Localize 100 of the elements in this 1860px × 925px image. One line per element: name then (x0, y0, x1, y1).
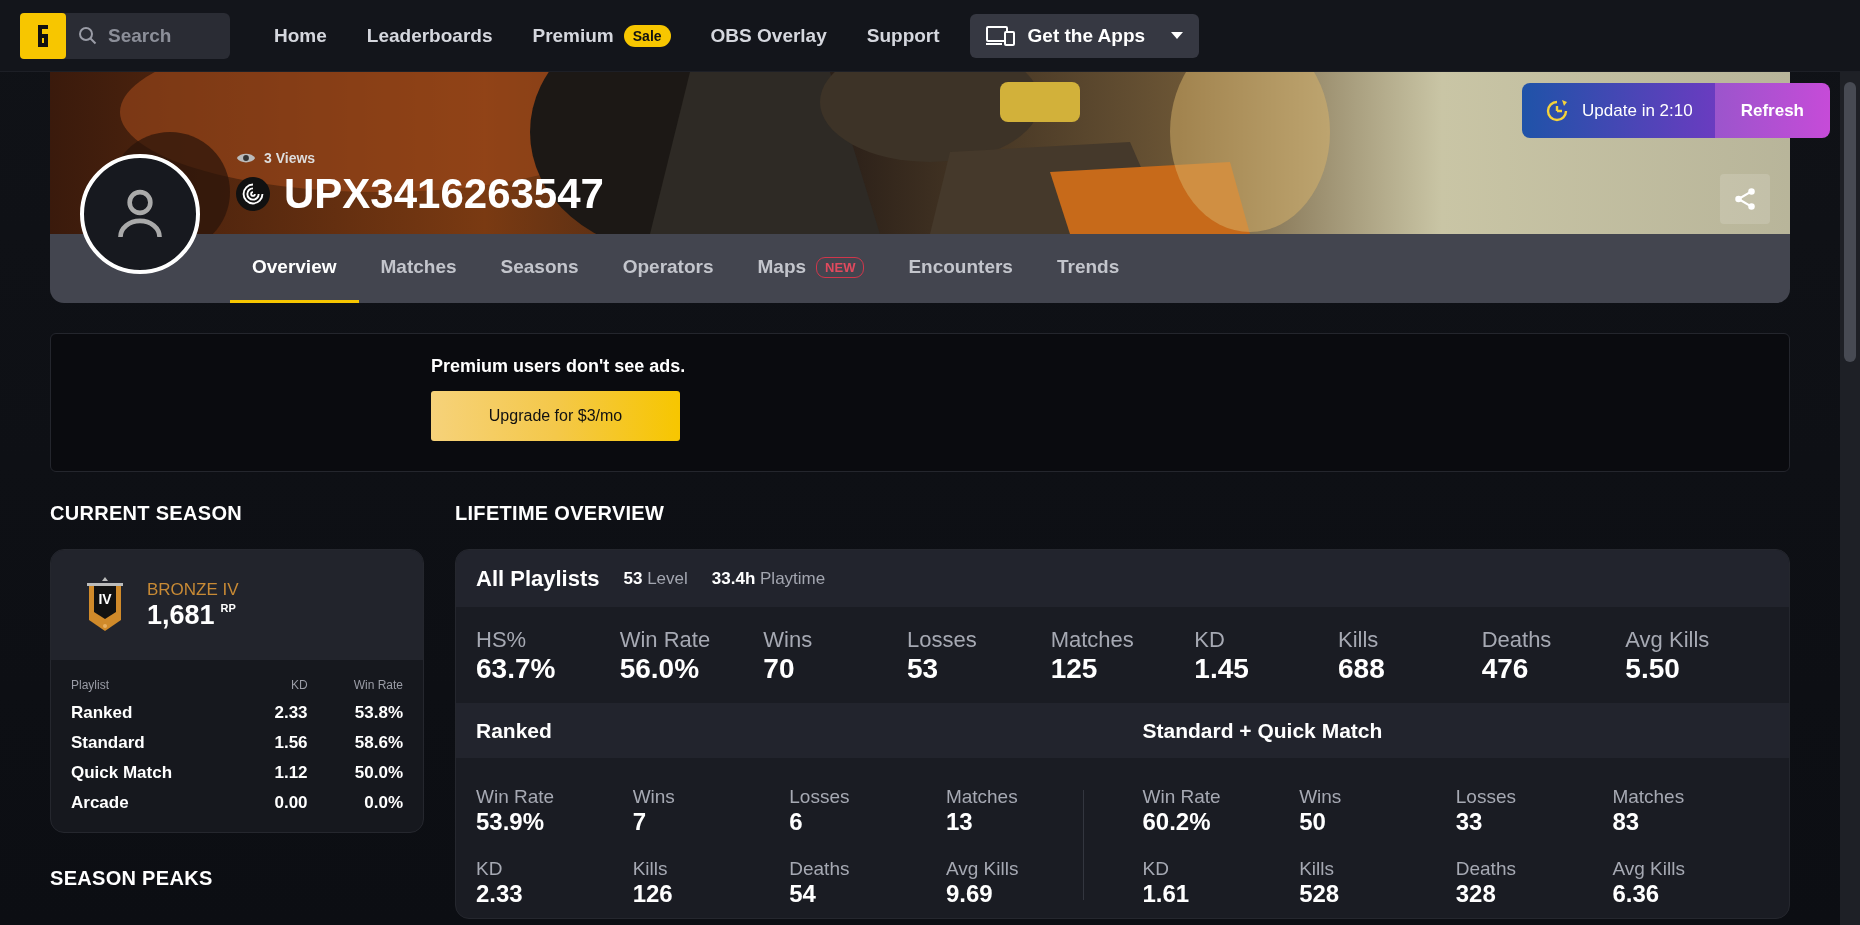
table-cell-text: Arcade (70, 792, 130, 814)
stat-label: KD (1194, 627, 1226, 653)
stat-value: 33 (1455, 808, 1484, 836)
table-cell-text: 2.33 (273, 702, 308, 724)
devices-icon (985, 24, 1016, 47)
column-header: KD (289, 677, 308, 694)
nav-link[interactable]: Premium (532, 24, 614, 47)
playtime-stat: 33.4h Playtime (711, 568, 826, 589)
stat-value: 688 (1338, 653, 1386, 685)
nav-link[interactable]: Support (866, 24, 940, 47)
table-cell-text: Standard (70, 732, 146, 754)
group-title: Ranked (476, 718, 553, 743)
stat-label: Matches (1050, 627, 1135, 653)
stat-value: 528 (1299, 880, 1341, 908)
table-cell-text: 1.12 (273, 762, 308, 784)
profile-tab[interactable]: Maps NEW (735, 234, 887, 303)
stat-label: Avg Kills (1625, 627, 1711, 653)
group-title: Standard + Quick Match (1142, 718, 1384, 743)
share-icon (1732, 186, 1758, 212)
profile-tab[interactable]: Matches (358, 234, 479, 303)
new-badge: NEW (816, 256, 865, 278)
table-cell-text: 0.00 (273, 792, 308, 814)
stat-label: Wins (1299, 786, 1343, 808)
stat-label: Deaths (1455, 858, 1517, 880)
profile-tab[interactable]: Seasons (478, 234, 601, 303)
column-header: Playlist (70, 677, 110, 694)
stat-label: Kills (1299, 858, 1335, 880)
stat-label: Kills (1338, 627, 1380, 653)
stat-value: 328 (1455, 880, 1497, 908)
stat-value: 83 (1612, 808, 1641, 836)
player-name: UPX3416263547 (284, 170, 604, 218)
nav-link[interactable]: Leaderboards (366, 24, 493, 47)
rank-name: BRONZE IV (147, 579, 239, 600)
stat-value: 6.36 (1612, 880, 1661, 908)
stat-label: Win Rate (1142, 786, 1222, 808)
stat-value: 54 (789, 880, 817, 908)
stat-value: 53 (907, 653, 940, 685)
rank-points: 1,681 (147, 599, 215, 631)
stat-value: 13 (945, 808, 974, 836)
profile-tab[interactable]: Encounters (886, 234, 1035, 303)
stat-value: 1.45 (1194, 653, 1250, 685)
refresh-button[interactable]: Refresh (1714, 83, 1830, 138)
user-icon (117, 188, 163, 240)
table-cell-text: 1.56 (273, 732, 308, 754)
table-cell-text: Quick Match (70, 762, 174, 784)
stat-label: Win Rate (619, 627, 712, 653)
stat-label: Kills (632, 858, 669, 880)
profile-tab[interactable]: Operators (600, 234, 736, 303)
stat-value: 53.9% (476, 808, 546, 836)
swirl-icon (236, 177, 270, 211)
section-title: SEASON PEAKS (50, 867, 214, 890)
stat-value: 1.61 (1142, 880, 1191, 908)
stat-label: Avg Kills (945, 858, 1020, 880)
stat-value: 6 (789, 808, 804, 836)
stat-value: 5.50 (1625, 653, 1681, 685)
stat-value: 70 (763, 653, 796, 685)
stat-label: KD (476, 858, 504, 880)
rp-unit: RP (220, 601, 236, 614)
nav-link[interactable]: Home (274, 24, 327, 47)
upgrade-button[interactable]: Upgrade for $3/mo (431, 391, 680, 441)
stat-label: Matches (1612, 786, 1686, 808)
level-stat: 53 Level (623, 568, 688, 589)
section-title: LIFETIME OVERVIEW (455, 502, 666, 525)
stat-label: Deaths (789, 858, 851, 880)
nav-link[interactable]: OBS Overlay (710, 24, 827, 47)
stat-value: 56.0% (619, 653, 701, 685)
scrollbar-thumb[interactable] (1844, 82, 1856, 362)
stat-label: Losses (1455, 786, 1517, 808)
stat-value: 476 (1481, 653, 1530, 685)
stat-label: Wins (632, 786, 676, 808)
stat-value: 9.69 (945, 880, 994, 908)
stat-label: Win Rate (476, 786, 556, 808)
table-cell-text: 58.6% (353, 732, 404, 754)
stat-value: 7 (632, 808, 647, 836)
section-title: CURRENT SEASON (50, 502, 243, 525)
eye-icon (236, 151, 256, 165)
stat-label: Deaths (1481, 627, 1553, 653)
table-cell-text: 53.8% (353, 702, 404, 724)
stat-label: Losses (907, 627, 978, 653)
get-apps-button[interactable]: Get the Apps (969, 13, 1200, 58)
logo-icon[interactable] (20, 12, 66, 59)
stat-value: 60.2% (1142, 808, 1212, 836)
card-title: All Playlists (476, 565, 600, 592)
stat-label: Avg Kills (1612, 858, 1686, 880)
ad-text: Premium users don't see ads. (431, 356, 687, 377)
stat-value: 63.7% (476, 653, 557, 685)
table-cell-text: 0.0% (363, 792, 404, 814)
stat-label: Wins (763, 627, 814, 653)
search-icon (78, 25, 98, 46)
stat-label: Losses (789, 786, 851, 808)
share-button[interactable] (1720, 174, 1770, 224)
stat-value: 2.33 (476, 880, 524, 908)
update-timer: Update in 2:10 (1522, 83, 1715, 138)
stat-label: Matches (945, 786, 1019, 808)
stat-label: HS% (476, 627, 528, 653)
profile-tab[interactable]: Overview (230, 234, 359, 303)
stat-value: 125 (1050, 653, 1099, 685)
view-count: 3 Views (264, 150, 316, 166)
profile-tab[interactable]: Trends (1034, 234, 1142, 303)
table-cell-text: Ranked (70, 702, 134, 724)
